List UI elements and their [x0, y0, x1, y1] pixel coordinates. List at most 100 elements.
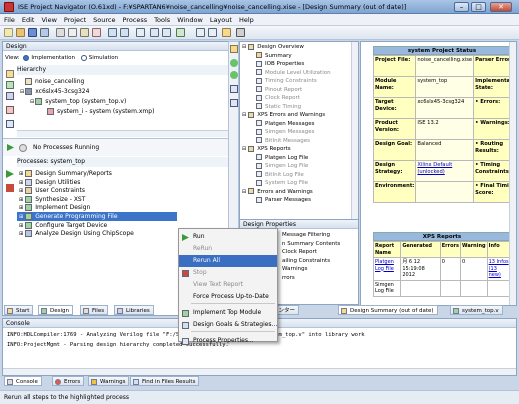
tab-warnings[interactable]: Warnings: [88, 376, 130, 386]
nav-report-item[interactable]: BitInit Messages: [256, 137, 310, 146]
add-source-icon[interactable]: [6, 81, 14, 89]
cut-icon[interactable]: [56, 28, 65, 37]
nav-report-item[interactable]: System Log File: [256, 179, 308, 188]
nav-report-item[interactable]: Simgen Messages: [256, 128, 314, 137]
tab-start[interactable]: Start: [4, 305, 34, 315]
menu-process[interactable]: Process: [119, 14, 151, 24]
save-icon[interactable]: [28, 28, 37, 37]
menu-source[interactable]: Source: [89, 14, 118, 24]
nav-report-item[interactable]: Platgen Log File: [256, 154, 308, 163]
menu-file[interactable]: File: [0, 14, 18, 24]
implementation-label[interactable]: Implementation: [31, 55, 75, 61]
context-menu-item[interactable]: ReRun: [179, 243, 277, 255]
open-folder-icon[interactable]: [16, 28, 25, 37]
context-menu-item[interactable]: Run: [179, 231, 277, 243]
remove-icon[interactable]: [6, 106, 14, 114]
hierarchy-item-system-top[interactable]: ⊟ system_top (system_top.v): [30, 97, 126, 106]
refresh-icon[interactable]: [230, 85, 238, 93]
collapse-icon[interactable]: ⊟: [242, 44, 246, 50]
hierarchy-item-device[interactable]: ⊟ xc6slx45-3csg324: [20, 87, 89, 96]
nav-report-item[interactable]: Static Timing: [256, 103, 301, 112]
tab-design-summary[interactable]: Design Summary (out of date): [338, 305, 438, 315]
nav-xps-errors[interactable]: ⊟ XPS Errors and Warnings: [242, 111, 325, 120]
summary-home-icon[interactable]: [230, 45, 238, 53]
new-file-icon[interactable]: [4, 28, 13, 37]
menu-edit[interactable]: Edit: [18, 14, 38, 24]
nav-report-item[interactable]: Timing Constraints: [256, 77, 317, 86]
context-menu-item[interactable]: Process Properties...: [179, 335, 277, 347]
xps-cell[interactable]: Platgen Log File: [372, 257, 402, 281]
tab-libraries[interactable]: Libraries: [114, 305, 154, 315]
window-cascade-icon[interactable]: [196, 28, 205, 37]
add-copy-icon[interactable]: [6, 92, 14, 100]
design-summary-icon[interactable]: [222, 28, 231, 37]
nav-xps-reports[interactable]: ⊟ XPS Reports: [242, 145, 291, 154]
window-tile-icon[interactable]: [208, 28, 217, 37]
tab-console[interactable]: Console: [4, 376, 42, 386]
maximize-button[interactable]: □: [471, 2, 486, 12]
tab-find-results[interactable]: Find in Files Results: [130, 376, 200, 386]
design-property-option[interactable]: n Summary Contents: [282, 240, 340, 249]
paste-icon[interactable]: [80, 28, 89, 37]
nav-report-item[interactable]: Platgen Messages: [256, 120, 314, 129]
process-item[interactable]: ⊞ Analyze Design Using ChipScope: [17, 229, 134, 238]
redo-icon[interactable]: [120, 28, 129, 37]
hierarchy-item-project[interactable]: noise_cancelling: [25, 77, 84, 86]
hierarchy-item-system-i[interactable]: system_i - system (system.xmp): [47, 107, 154, 116]
zoom-out-icon[interactable]: [162, 28, 171, 37]
context-menu-item[interactable]: Force Process Up-to-Date: [179, 291, 277, 303]
status-value[interactable]: Xilinx Default (unlocked): [415, 160, 475, 182]
expand-icon[interactable]: ⊞: [19, 180, 23, 186]
implementation-radio[interactable]: [23, 54, 30, 61]
hierarchy-hscrollbar[interactable]: [17, 130, 249, 137]
simulation-label[interactable]: Simulation: [89, 55, 118, 61]
nav-report-item[interactable]: BitInit Log File: [256, 171, 304, 180]
back-icon[interactable]: [230, 59, 238, 67]
expand-icon[interactable]: ⊞: [19, 231, 23, 237]
menu-help[interactable]: Help: [235, 14, 257, 24]
collapse-icon[interactable]: ⊟: [242, 146, 246, 152]
copy-icon[interactable]: [68, 28, 77, 37]
zoom-in-icon[interactable]: [150, 28, 159, 37]
menu-layout[interactable]: Layout: [206, 14, 235, 24]
console-hscrollbar[interactable]: [3, 368, 516, 375]
design-property-option[interactable]: Clock Report: [282, 248, 317, 257]
expand-icon[interactable]: ⊞: [19, 214, 23, 220]
collapse-icon[interactable]: ⊟: [242, 112, 246, 118]
nav-report-item[interactable]: Summary: [256, 52, 292, 61]
expand-icon[interactable]: ⊞: [19, 188, 23, 194]
forward-icon[interactable]: [230, 71, 238, 79]
design-property-option[interactable]: ailing Constraints: [282, 257, 330, 266]
simulation-radio[interactable]: [80, 54, 87, 61]
run-process-icon[interactable]: [6, 170, 14, 178]
nav-report-item[interactable]: Pinout Report: [256, 86, 302, 95]
expand-icon[interactable]: ⊞: [19, 223, 23, 229]
run-icon[interactable]: [7, 144, 14, 151]
context-menu-item[interactable]: View Text Report: [179, 279, 277, 291]
save-all-icon[interactable]: [40, 28, 49, 37]
summary-vscrollbar[interactable]: [509, 42, 516, 305]
stop-process-icon[interactable]: [6, 184, 14, 192]
design-property-option[interactable]: Warnings: [282, 265, 307, 274]
tab-files[interactable]: Files: [80, 305, 109, 315]
menu-view[interactable]: View: [37, 14, 59, 24]
expand-icon[interactable]: ⊞: [19, 197, 23, 203]
planahead-icon[interactable]: [236, 28, 245, 37]
menu-tools[interactable]: Tools: [150, 14, 173, 24]
context-menu-item[interactable]: Stop: [179, 267, 277, 279]
find-icon[interactable]: [136, 28, 145, 37]
tab-design[interactable]: Design: [38, 305, 73, 315]
design-property-option[interactable]: Message Filtering: [282, 231, 330, 240]
nav-report-item[interactable]: Clock Report: [256, 94, 300, 103]
context-menu-item[interactable]: Design Goals & Strategies...: [179, 319, 277, 331]
menu-project[interactable]: Project: [60, 14, 89, 24]
undo-icon[interactable]: [108, 28, 117, 37]
context-menu-item[interactable]: Implement Top Module: [179, 307, 277, 319]
nav-errors-warnings[interactable]: ⊟ Errors and Warnings: [242, 188, 313, 197]
nav-report-item[interactable]: Parser Messages: [256, 196, 311, 205]
context-menu-item[interactable]: Rerun All: [179, 255, 277, 267]
tab-system-top-v[interactable]: system_top.v: [450, 305, 503, 315]
minimize-button[interactable]: –: [454, 2, 469, 12]
expand-icon[interactable]: ⊞: [19, 205, 23, 211]
delete-icon[interactable]: [92, 28, 101, 37]
